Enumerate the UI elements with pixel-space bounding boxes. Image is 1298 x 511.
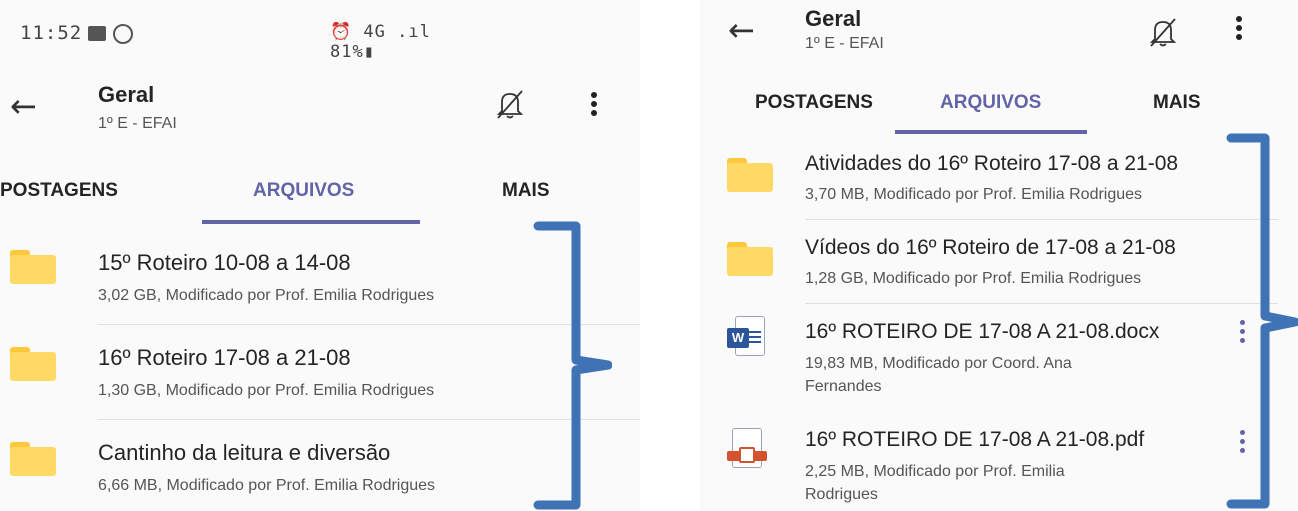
channel-title: Geral [805,6,862,31]
list-item[interactable]: Vídeos do 16º Roteiro de 17-08 a 21-08 1… [700,220,1298,304]
folder-icon [727,158,773,192]
file-meta: 1,28 GB, Modificado por Prof. Emilia Rod… [805,270,1142,287]
tab-postagens[interactable]: POSTAGENS [0,180,118,202]
pdf-document-icon [727,428,767,472]
file-name: Atividades do 16º Roteiro 17-08 a 21-08 [805,152,1179,175]
whatsapp-notification-icon [113,24,133,44]
tab-mais[interactable]: MAIS [502,180,550,202]
left-phone-screen: 11:52 ⏰ 4G .ıl 81%▮ ← Geral 1º E - EFAI … [0,0,640,511]
list-item[interactable]: Atividades do 16º Roteiro 17-08 a 21-08 … [700,136,1298,220]
bracket-annotation [1226,133,1298,509]
file-meta: 6,66 MB, Modificado por Prof. Emilia Rod… [98,477,436,494]
bracket-annotation [533,221,612,510]
file-meta: 2,25 MB, Modificado por Prof. Emilia Rod… [805,463,1065,503]
file-name: Cantinho da leitura e diversão [98,440,391,465]
bell-off-icon[interactable] [495,88,525,120]
tab-mais[interactable]: MAIS [1153,92,1201,114]
file-name: 15º Roteiro 10-08 a 14-08 [98,250,351,275]
clock: 11:52 [20,22,83,44]
channel-subtitle: 1º E - EFAI [805,35,884,52]
right-phone-screen: ← Geral 1º E - EFAI POSTAGENS ARQUIVOS M… [700,0,1298,511]
word-document-icon: W [727,316,767,358]
file-name: 16º Roteiro 17-08 a 21-08 [98,345,351,370]
file-name: 16º ROTEIRO DE 17-08 A 21-08.docx [805,320,1160,343]
channel-title: Geral [98,82,155,107]
folder-icon [10,347,56,381]
arrow-left-icon[interactable]: ← [10,90,37,122]
tab-bar: POSTAGENS ARQUIVOS MAIS [700,80,1298,140]
active-tab-indicator [895,130,1087,134]
status-indicators: ⏰ 4G .ıl 81%▮ [330,22,431,62]
file-meta: 1,30 GB, Modificado por Prof. Emilia Rod… [98,382,435,399]
list-item[interactable]: W 16º ROTEIRO DE 17-08 A 21-08.docx 19,8… [700,304,1298,416]
arrow-left-icon[interactable]: ← [728,14,755,46]
folder-icon [727,242,773,276]
channel-header: ← Geral 1º E - EFAI [0,78,640,148]
file-meta: 3,02 GB, Modificado por Prof. Emilia Rod… [98,287,435,304]
more-vertical-icon[interactable] [590,92,598,120]
tab-arquivos[interactable]: ARQUIVOS [253,180,354,202]
channel-header: ← Geral 1º E - EFAI [700,0,1298,70]
folder-icon [10,250,56,284]
active-tab-indicator [202,220,420,224]
list-item[interactable]: 16º ROTEIRO DE 17-08 A 21-08.pdf 2,25 MB… [700,416,1298,511]
tab-bar: POSTAGENS ARQUIVOS MAIS [0,168,640,228]
tab-postagens[interactable]: POSTAGENS [755,92,873,114]
more-vertical-icon[interactable] [1235,16,1243,44]
folder-icon [10,442,56,476]
tab-arquivos[interactable]: ARQUIVOS [940,92,1041,114]
file-meta: 19,83 MB, Modificado por Coord. Ana Fern… [805,355,1072,395]
file-name: 16º ROTEIRO DE 17-08 A 21-08.pdf [805,428,1145,451]
status-bar: 11:52 ⏰ 4G .ıl 81%▮ [20,18,480,62]
channel-subtitle: 1º E - EFAI [98,115,177,132]
bell-off-icon[interactable] [1148,16,1178,48]
file-meta: 3,70 MB, Modificado por Prof. Emilia Rod… [805,186,1143,203]
gallery-notification-icon [88,26,106,41]
file-name: Vídeos do 16º Roteiro de 17-08 a 21-08 [805,236,1176,259]
